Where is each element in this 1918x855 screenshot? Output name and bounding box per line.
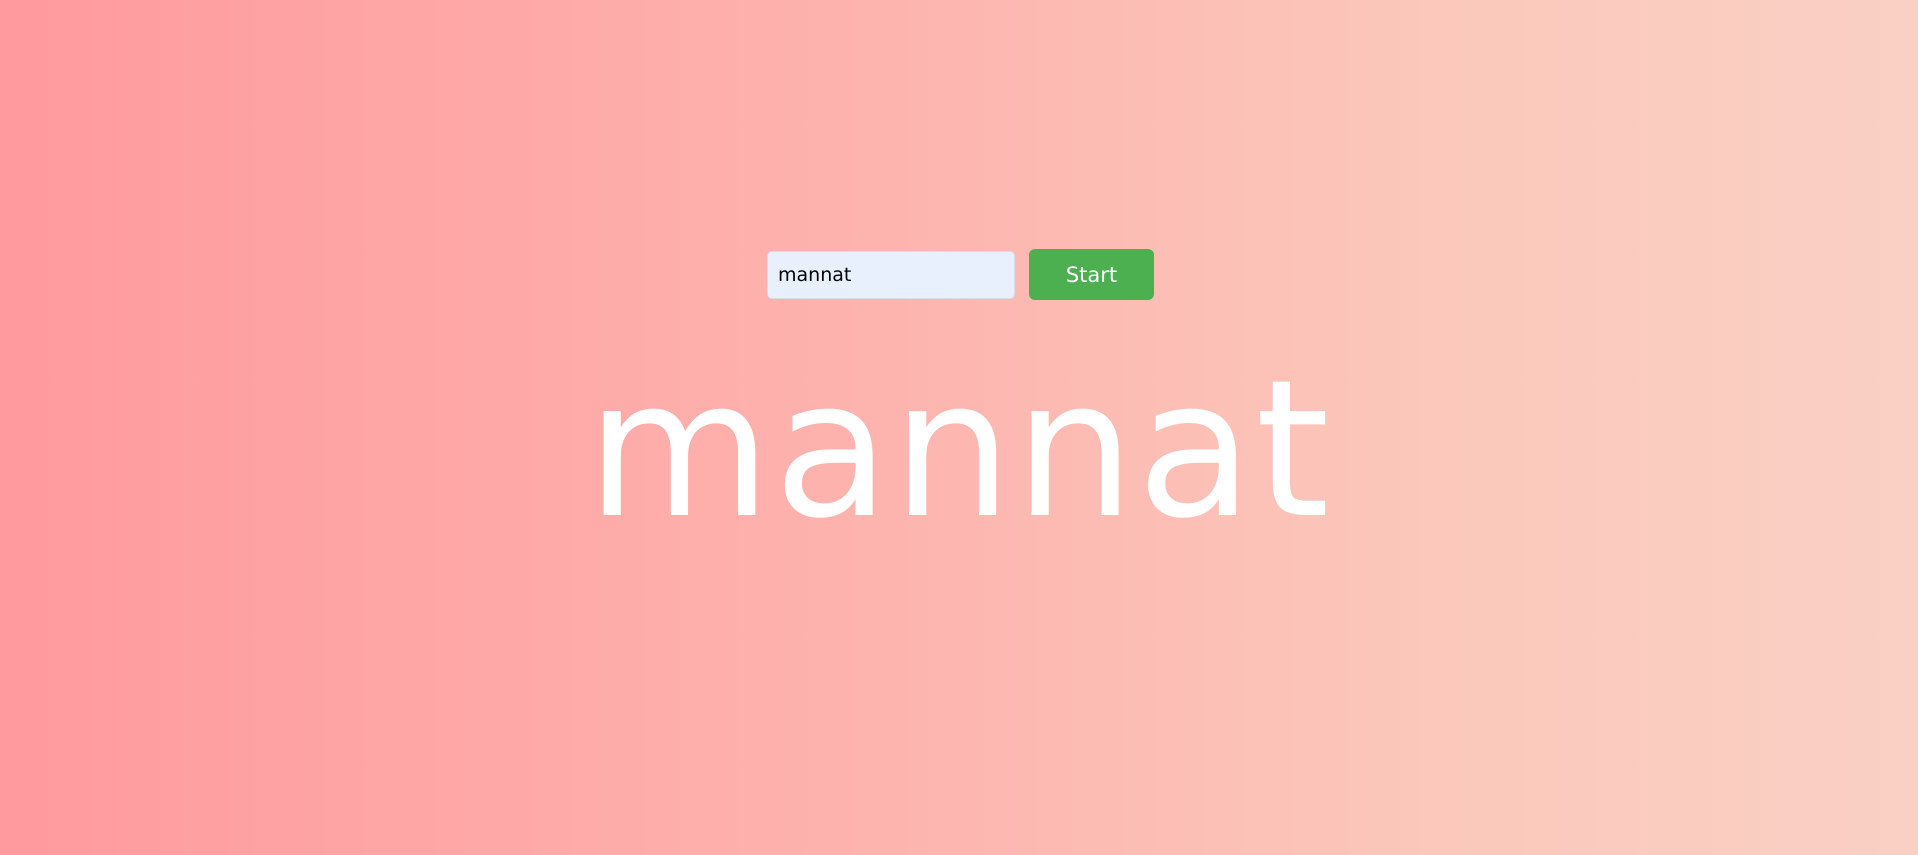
name-input[interactable] (767, 250, 1015, 299)
start-button[interactable]: Start (1029, 249, 1154, 300)
display-name-text: mannat (586, 339, 1332, 560)
name-form: Start (767, 249, 1154, 300)
